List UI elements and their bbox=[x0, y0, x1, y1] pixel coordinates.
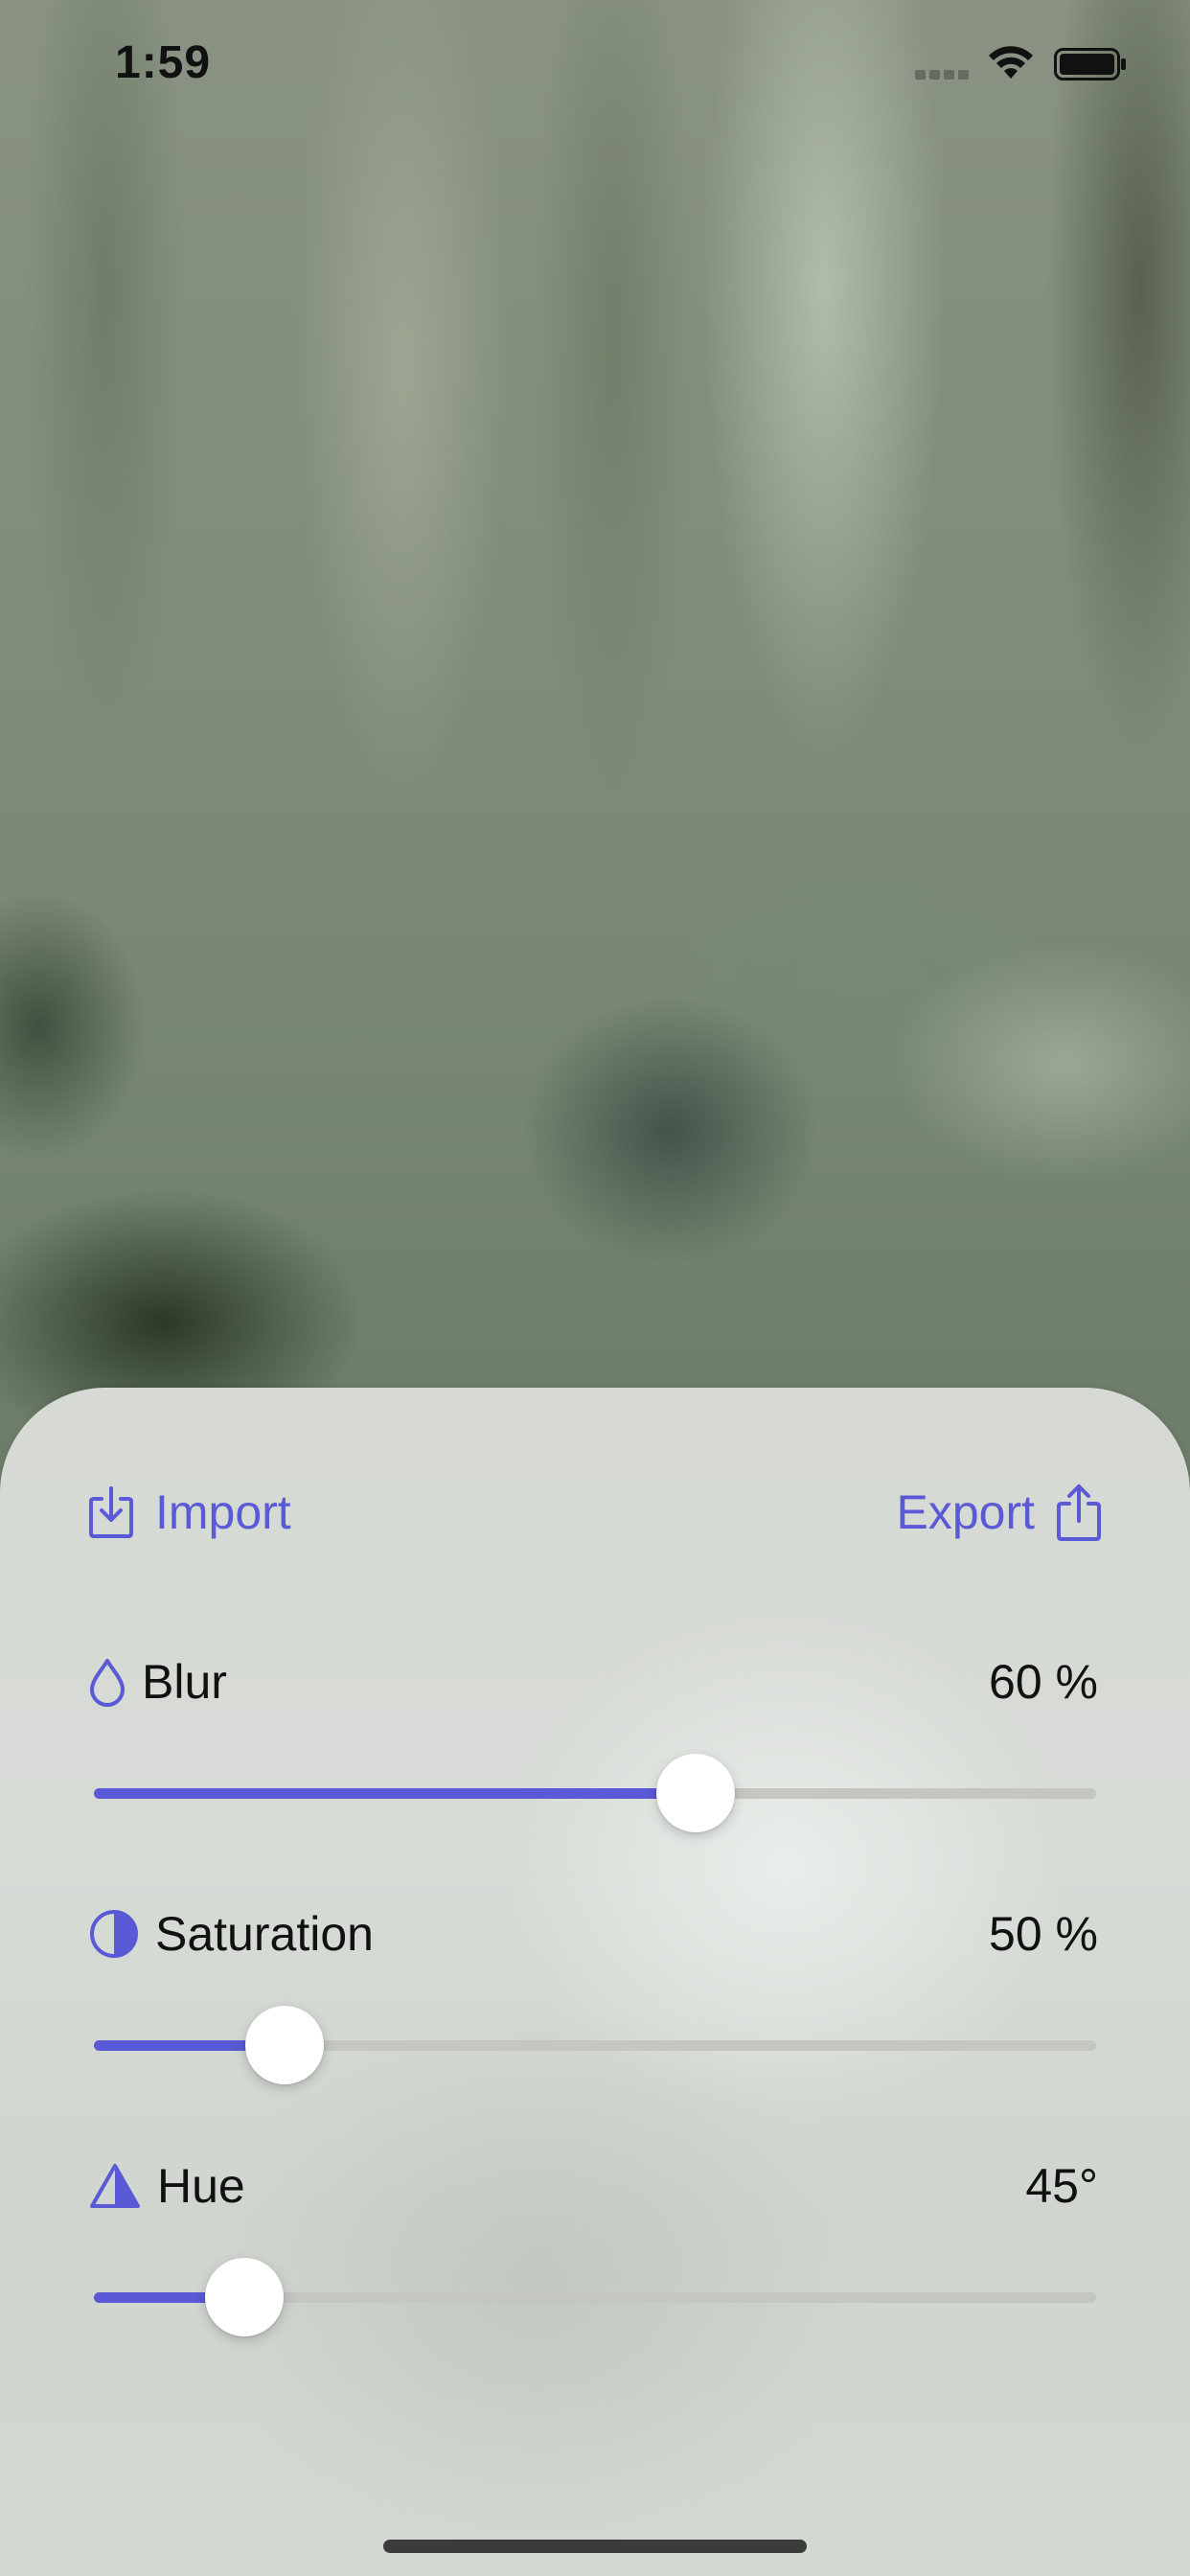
saturation-slider[interactable] bbox=[94, 2004, 1096, 2086]
status-bar: 1:59 bbox=[0, 0, 1190, 128]
hue-slider-thumb[interactable] bbox=[204, 2258, 284, 2336]
drop-icon bbox=[88, 1657, 126, 1707]
blur-value: 60 % bbox=[989, 1655, 1098, 1709]
import-label: Import bbox=[155, 1485, 291, 1539]
home-indicator bbox=[383, 2540, 807, 2553]
saturation-label: Saturation bbox=[155, 1907, 374, 1961]
saturation-value: 50 % bbox=[989, 1907, 1098, 1961]
import-button[interactable]: Import bbox=[88, 1474, 291, 1551]
import-icon bbox=[89, 1486, 133, 1538]
hue-value: 45° bbox=[1025, 2159, 1098, 2213]
triangle-half-icon bbox=[88, 2162, 142, 2210]
blur-slider-thumb[interactable] bbox=[655, 1754, 735, 1832]
cellular-signal-icon bbox=[915, 70, 971, 81]
export-button[interactable]: Export bbox=[896, 1474, 1102, 1551]
blur-label: Blur bbox=[142, 1655, 227, 1709]
battery-icon bbox=[1054, 48, 1126, 80]
export-icon bbox=[1057, 1484, 1101, 1541]
blur-control-row: Blur 60 % bbox=[88, 1648, 1098, 1715]
saturation-slider-thumb[interactable] bbox=[244, 2006, 324, 2084]
hue-slider[interactable] bbox=[94, 2256, 1096, 2338]
wifi-icon bbox=[989, 46, 1033, 79]
status-time: 1:59 bbox=[115, 37, 212, 88]
hue-control-row: Hue 45° bbox=[88, 2152, 1098, 2220]
blur-slider[interactable] bbox=[94, 1752, 1096, 1834]
adjustments-sheet: Import Export Blur 60 % Saturation 50 % … bbox=[0, 1388, 1190, 2576]
export-label: Export bbox=[896, 1485, 1035, 1539]
saturation-control-row: Saturation 50 % bbox=[88, 1900, 1098, 1967]
circle-half-icon bbox=[88, 1908, 140, 1960]
hue-label: Hue bbox=[157, 2159, 245, 2213]
blur-slider-fill bbox=[94, 1788, 696, 1799]
